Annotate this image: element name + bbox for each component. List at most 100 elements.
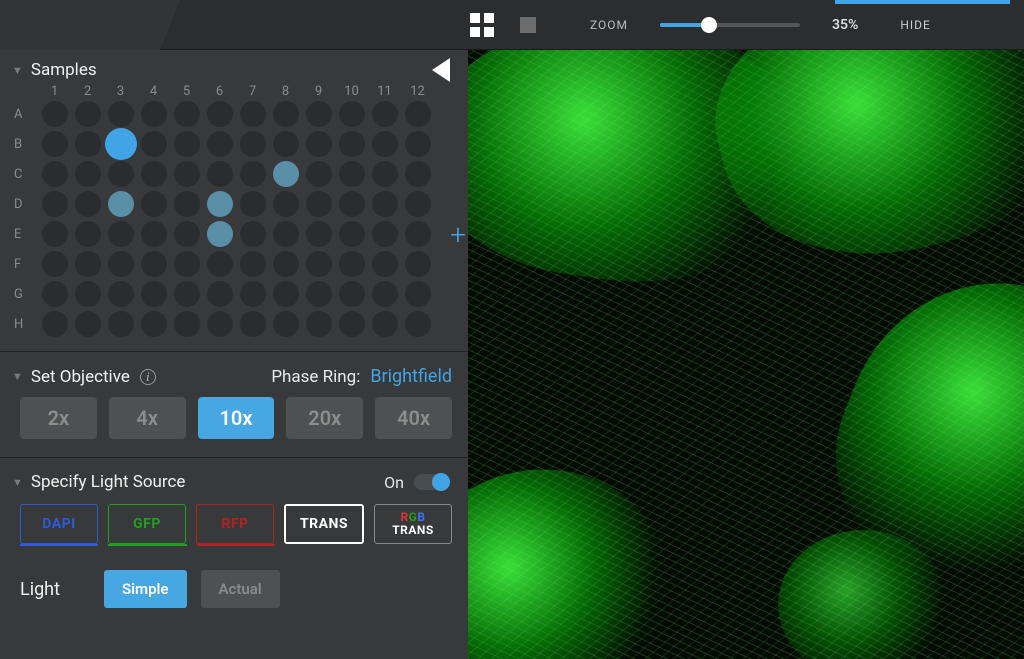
well-G10[interactable] (339, 281, 365, 307)
well-F11[interactable] (372, 251, 398, 277)
well-E11[interactable] (372, 221, 398, 247)
well-H11[interactable] (372, 311, 398, 337)
chevron-down-icon[interactable]: ▼ (12, 476, 23, 489)
well-B7[interactable] (240, 131, 266, 157)
well-F4[interactable] (141, 251, 167, 277)
well-H12[interactable] (405, 311, 431, 337)
well-B8[interactable] (273, 131, 299, 157)
well-A10[interactable] (339, 101, 365, 127)
well-G4[interactable] (141, 281, 167, 307)
well-F3[interactable] (108, 251, 134, 277)
chevron-down-icon[interactable]: ▼ (12, 370, 23, 383)
well-F10[interactable] (339, 251, 365, 277)
well-G11[interactable] (372, 281, 398, 307)
well-B11[interactable] (372, 131, 398, 157)
objective-20x-button[interactable]: 20x (286, 397, 363, 439)
well-G9[interactable] (306, 281, 332, 307)
well-E10[interactable] (339, 221, 365, 247)
well-F5[interactable] (174, 251, 200, 277)
well-H10[interactable] (339, 311, 365, 337)
well-F12[interactable] (405, 251, 431, 277)
well-D2[interactable] (75, 191, 101, 217)
well-F8[interactable] (273, 251, 299, 277)
well-D3[interactable] (108, 191, 134, 217)
well-H7[interactable] (240, 311, 266, 337)
light-on-toggle[interactable] (414, 474, 450, 490)
well-E8[interactable] (273, 221, 299, 247)
well-B1[interactable] (42, 131, 68, 157)
view-grid-button[interactable] (468, 11, 496, 39)
well-D10[interactable] (339, 191, 365, 217)
well-C8[interactable] (273, 161, 299, 187)
channel-rgb-button[interactable]: RGBTRANS (374, 504, 452, 544)
channel-rfp-button[interactable]: RFP (196, 504, 274, 544)
well-A5[interactable] (174, 101, 200, 127)
zoom-slider-thumb[interactable] (701, 17, 717, 33)
well-C9[interactable] (306, 161, 332, 187)
well-G8[interactable] (273, 281, 299, 307)
zoom-slider[interactable] (660, 23, 800, 27)
well-F1[interactable] (42, 251, 68, 277)
well-B9[interactable] (306, 131, 332, 157)
well-H3[interactable] (108, 311, 134, 337)
well-A9[interactable] (306, 101, 332, 127)
well-H9[interactable] (306, 311, 332, 337)
light-mode-actual-button[interactable]: Actual (201, 570, 280, 608)
objective-2x-button[interactable]: 2x (20, 397, 97, 439)
well-D7[interactable] (240, 191, 266, 217)
well-F2[interactable] (75, 251, 101, 277)
well-H4[interactable] (141, 311, 167, 337)
well-B3[interactable] (105, 128, 137, 160)
well-H6[interactable] (207, 311, 233, 337)
channel-gfp-button[interactable]: GFP (108, 504, 186, 544)
hide-button[interactable]: HIDE (900, 18, 931, 32)
well-C4[interactable] (141, 161, 167, 187)
well-G7[interactable] (240, 281, 266, 307)
well-H2[interactable] (75, 311, 101, 337)
well-G12[interactable] (405, 281, 431, 307)
well-C12[interactable] (405, 161, 431, 187)
well-A11[interactable] (372, 101, 398, 127)
well-A6[interactable] (207, 101, 233, 127)
well-F6[interactable] (207, 251, 233, 277)
well-A8[interactable] (273, 101, 299, 127)
well-C3[interactable] (108, 161, 134, 187)
well-D5[interactable] (174, 191, 200, 217)
channel-dapi-button[interactable]: DAPI (20, 504, 98, 544)
well-G6[interactable] (207, 281, 233, 307)
well-E2[interactable] (75, 221, 101, 247)
add-sample-button[interactable]: + (450, 218, 466, 251)
well-G1[interactable] (42, 281, 68, 307)
well-D8[interactable] (273, 191, 299, 217)
view-single-button[interactable] (514, 11, 542, 39)
well-C7[interactable] (240, 161, 266, 187)
well-D1[interactable] (42, 191, 68, 217)
well-D12[interactable] (405, 191, 431, 217)
well-A3[interactable] (108, 101, 134, 127)
well-E5[interactable] (174, 221, 200, 247)
objective-4x-button[interactable]: 4x (109, 397, 186, 439)
info-icon[interactable]: i (140, 369, 156, 385)
well-C2[interactable] (75, 161, 101, 187)
well-A4[interactable] (141, 101, 167, 127)
well-E4[interactable] (141, 221, 167, 247)
well-A1[interactable] (42, 101, 68, 127)
channel-trans-button[interactable]: TRANS (284, 504, 364, 544)
well-A7[interactable] (240, 101, 266, 127)
well-C5[interactable] (174, 161, 200, 187)
well-E7[interactable] (240, 221, 266, 247)
well-B5[interactable] (174, 131, 200, 157)
well-D4[interactable] (141, 191, 167, 217)
well-F7[interactable] (240, 251, 266, 277)
well-E9[interactable] (306, 221, 332, 247)
well-C11[interactable] (372, 161, 398, 187)
well-B4[interactable] (141, 131, 167, 157)
well-C1[interactable] (42, 161, 68, 187)
well-E3[interactable] (108, 221, 134, 247)
well-E6[interactable] (207, 221, 233, 247)
well-G5[interactable] (174, 281, 200, 307)
well-B6[interactable] (207, 131, 233, 157)
objective-40x-button[interactable]: 40x (375, 397, 452, 439)
well-D6[interactable] (207, 191, 233, 217)
well-E12[interactable] (405, 221, 431, 247)
